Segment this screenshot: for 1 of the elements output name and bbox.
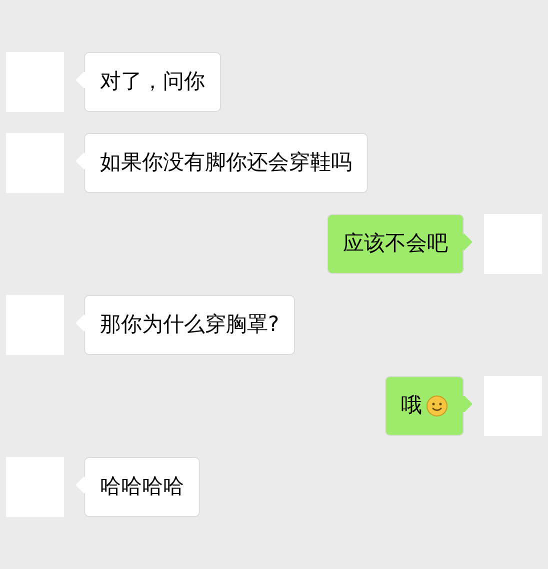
smiley-icon xyxy=(426,395,448,417)
